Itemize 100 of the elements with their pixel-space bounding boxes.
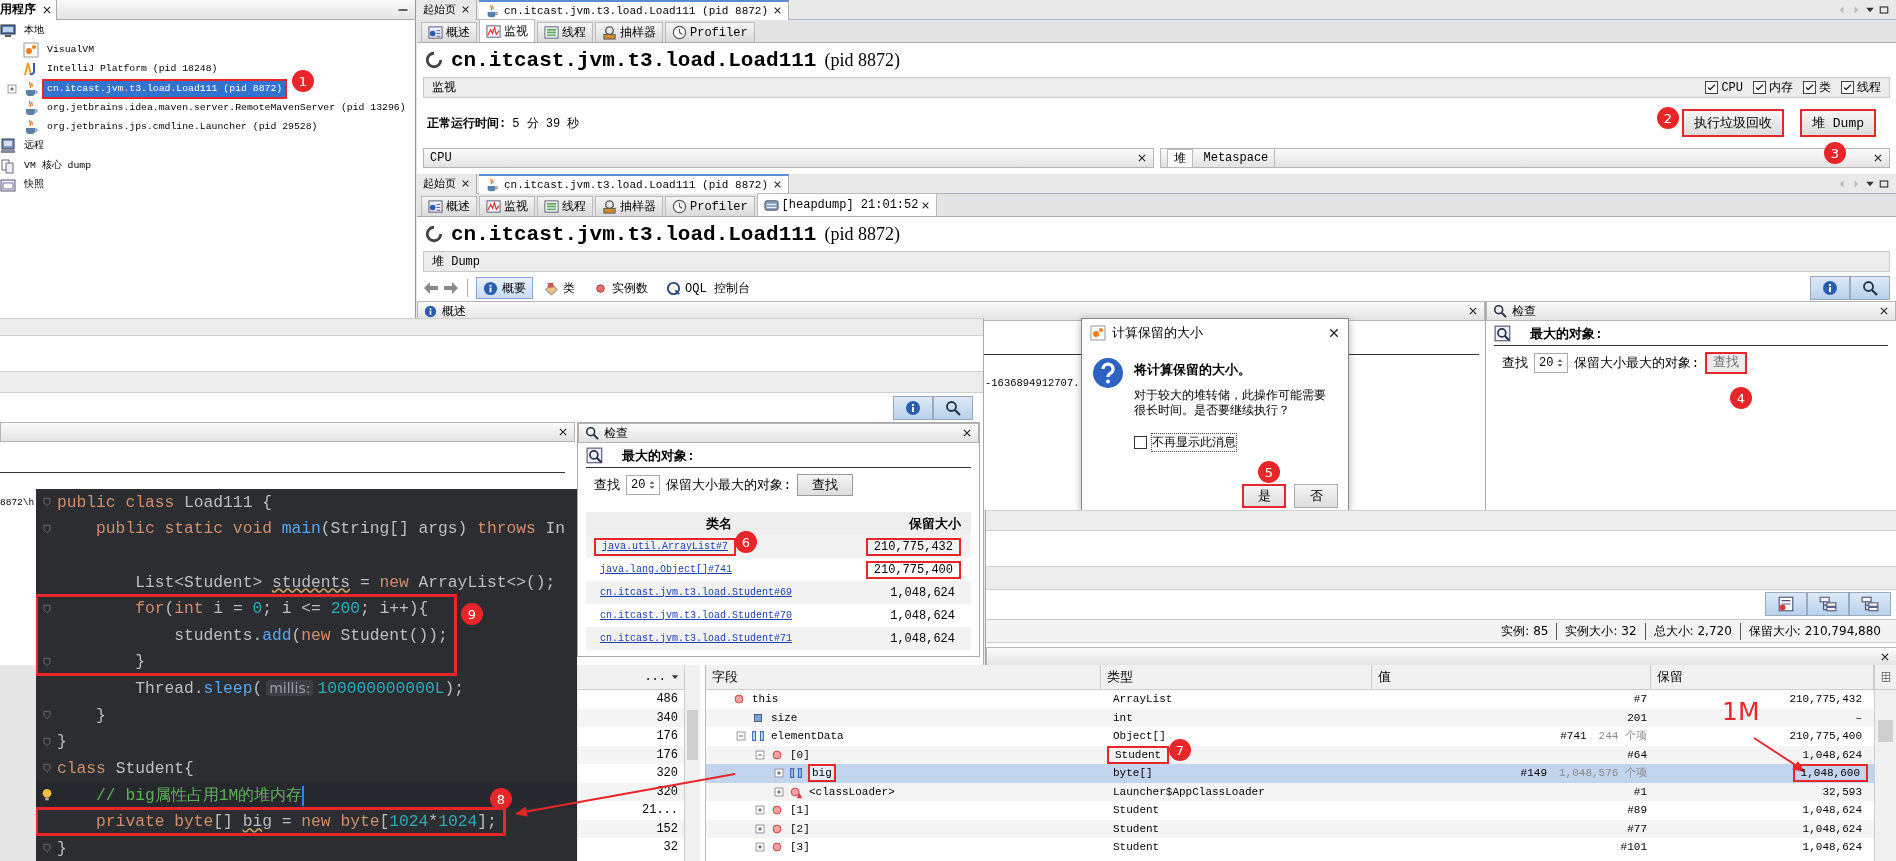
uptime-value: 5 分 39 秒 (512, 115, 580, 132)
class-link[interactable]: java.util.ArrayList#7 (594, 537, 737, 556)
field-name: [3] (789, 840, 811, 856)
find-button[interactable]: 查找 (797, 474, 854, 496)
class-link[interactable]: cn.itcast.jvm.t3.load.Student#71 (594, 629, 799, 648)
spinner-icon (425, 225, 443, 243)
tree-item[interactable]: org.jetbrains.idea.maven.server.RemoteMavenServer (pid 13296) (42, 98, 411, 117)
view-tab[interactable]: 概述 (421, 22, 477, 42)
status-text: 总大小: 2,720 (1644, 622, 1740, 640)
close-icon (1468, 306, 1478, 316)
view-tab[interactable]: [heapdump] 21:01:52 (756, 193, 938, 216)
toolbar-button[interactable] (1807, 591, 1849, 616)
fold-marker-icon (40, 709, 53, 722)
toolbar-tab[interactable]: 概要 (476, 277, 533, 299)
table-cell: 152 (578, 819, 684, 838)
table-cell: 210,775,432 (865, 537, 961, 556)
number-field[interactable]: 20 (1534, 353, 1569, 373)
view-tab[interactable]: 线程 (537, 22, 593, 42)
scrollbar[interactable] (1874, 665, 1896, 861)
field-name: big (808, 764, 836, 783)
table-cell-text: 486 (655, 691, 679, 708)
search-button[interactable] (1850, 276, 1890, 300)
tree-item[interactable]: VM 核心 dump (19, 156, 97, 175)
search-button[interactable] (933, 395, 973, 420)
code-line: private byte[] big = new byte[1024*1024]; (95, 811, 497, 831)
maximize-icon (1878, 3, 1890, 16)
dialog-button[interactable]: 否 (1294, 484, 1338, 508)
view-tab[interactable]: 线程 (537, 196, 593, 216)
table-cell-text: Student (1112, 803, 1161, 818)
toolbar-tab[interactable]: 实例数 (586, 277, 655, 299)
table-row[interactable]: [3] Student #101 1,048,624 (706, 838, 1874, 857)
tree-item[interactable]: org.jetbrains.jps.cmdline.Launcher (pid 29528) (42, 118, 323, 137)
table-row[interactable]: [2] Student #77 1,048,624 (706, 819, 1874, 838)
table-row[interactable]: big byte[] #149 1,048,576 个项 1,048,600 (706, 764, 1874, 783)
dialog-button[interactable]: 是 (1242, 484, 1286, 508)
tree-item[interactable]: VisualVM (42, 40, 100, 59)
toolbar-button[interactable] (1765, 591, 1807, 616)
view-tab[interactable]: 概述 (421, 196, 477, 216)
toolbar-tab[interactable]: OQL 控制台 (659, 277, 757, 299)
scrollbar[interactable] (684, 665, 700, 861)
info-icon (1822, 280, 1838, 296)
toolbar-tab[interactable]: 类 (537, 277, 582, 299)
table-cell-text: 210,775,432 (1788, 692, 1863, 707)
info-button[interactable] (893, 395, 933, 420)
object-icon (770, 821, 784, 836)
tree-item[interactable]: IntelliJ Platform (pid 18248) (42, 60, 223, 79)
code-line: List<Student> students = new ArrayList<>(); (134, 572, 556, 592)
action-button[interactable]: 堆 Dump (1800, 109, 1876, 137)
scrollbar-thumb[interactable] (687, 710, 698, 760)
table-cell-text: int (1112, 710, 1134, 726)
section-title: 堆 Dump (432, 254, 480, 270)
check-icon (1706, 82, 1718, 93)
table-cell-text: Object[] (1112, 729, 1167, 744)
table-row[interactable]: [1] Student #89 1,048,624 (706, 801, 1874, 820)
checkbox[interactable]: CPU (1705, 80, 1743, 95)
checkbox[interactable]: 内存 (1753, 79, 1793, 96)
table-cell-text: 1,048,624 (889, 584, 956, 602)
code-line: Thread.sleep( millis: 100000000000L); (134, 678, 464, 698)
toolbar-button[interactable] (1849, 591, 1891, 616)
section-heading: 最大的对象: (622, 448, 695, 465)
class-link[interactable]: cn.itcast.jvm.t3.load.Student#69 (594, 583, 799, 602)
document-tab[interactable]: cn.itcast.jvm.t3.load.Load111 (pid 8872) (479, 174, 790, 194)
info-button[interactable] (1810, 276, 1850, 300)
class-link[interactable]: cn.itcast.jvm.t3.load.Student#70 (594, 606, 799, 625)
number-field[interactable]: 20 (626, 475, 661, 495)
view-tab[interactable]: 监视 (479, 19, 535, 42)
fold-marker-icon (40, 842, 53, 854)
document-tab[interactable]: 起始页 (417, 174, 477, 194)
tree-item[interactable]: 本地 (19, 21, 49, 40)
panel-tab[interactable]: 堆 (1166, 148, 1193, 168)
scrollbar-thumb[interactable] (1878, 720, 1893, 742)
tree-icon (1861, 594, 1879, 613)
close-icon (461, 179, 470, 188)
document-tab[interactable]: 起始页 (417, 0, 477, 20)
panel-title: 概述 (442, 303, 466, 320)
view-tab[interactable]: Profiler (665, 22, 755, 42)
list-icon (544, 199, 559, 214)
close-icon (773, 6, 783, 15)
checkbox[interactable]: 不再显示此消息 (1134, 433, 1329, 452)
object-id: #741 (1560, 729, 1587, 744)
dialog-heading: 将计算保留的大小。 (1134, 362, 1252, 379)
view-tab[interactable]: 抽样器 (595, 196, 663, 216)
tree-item[interactable]: 远程 (19, 137, 49, 156)
action-button[interactable]: 执行垃圾回收 (1682, 109, 1784, 137)
tree-item[interactable]: cn.itcast.jvm.t3.load.Load111 (pid 8872) (42, 78, 288, 99)
array-icon (751, 729, 765, 744)
section-heading: 最大的对象: (1530, 326, 1603, 343)
view-tab[interactable]: 抽样器 (595, 22, 663, 42)
class-link[interactable]: java.lang.Object[]#741 (594, 560, 739, 579)
code-line: students.add(new Student()); (173, 625, 448, 645)
tree-item[interactable]: 快照 (19, 176, 49, 194)
column-header: ... (644, 670, 666, 684)
field-name: size (770, 710, 799, 726)
view-tab[interactable]: Profiler (665, 196, 755, 216)
checkbox[interactable]: 线程 (1841, 79, 1881, 96)
document-tab[interactable]: cn.itcast.jvm.t3.load.Load111 (pid 8872) (479, 0, 790, 20)
view-tab[interactable]: 监视 (479, 196, 535, 216)
clock-icon (672, 199, 687, 214)
panel-tab[interactable]: Metaspace (1197, 148, 1276, 168)
checkbox[interactable]: 类 (1803, 79, 1831, 96)
